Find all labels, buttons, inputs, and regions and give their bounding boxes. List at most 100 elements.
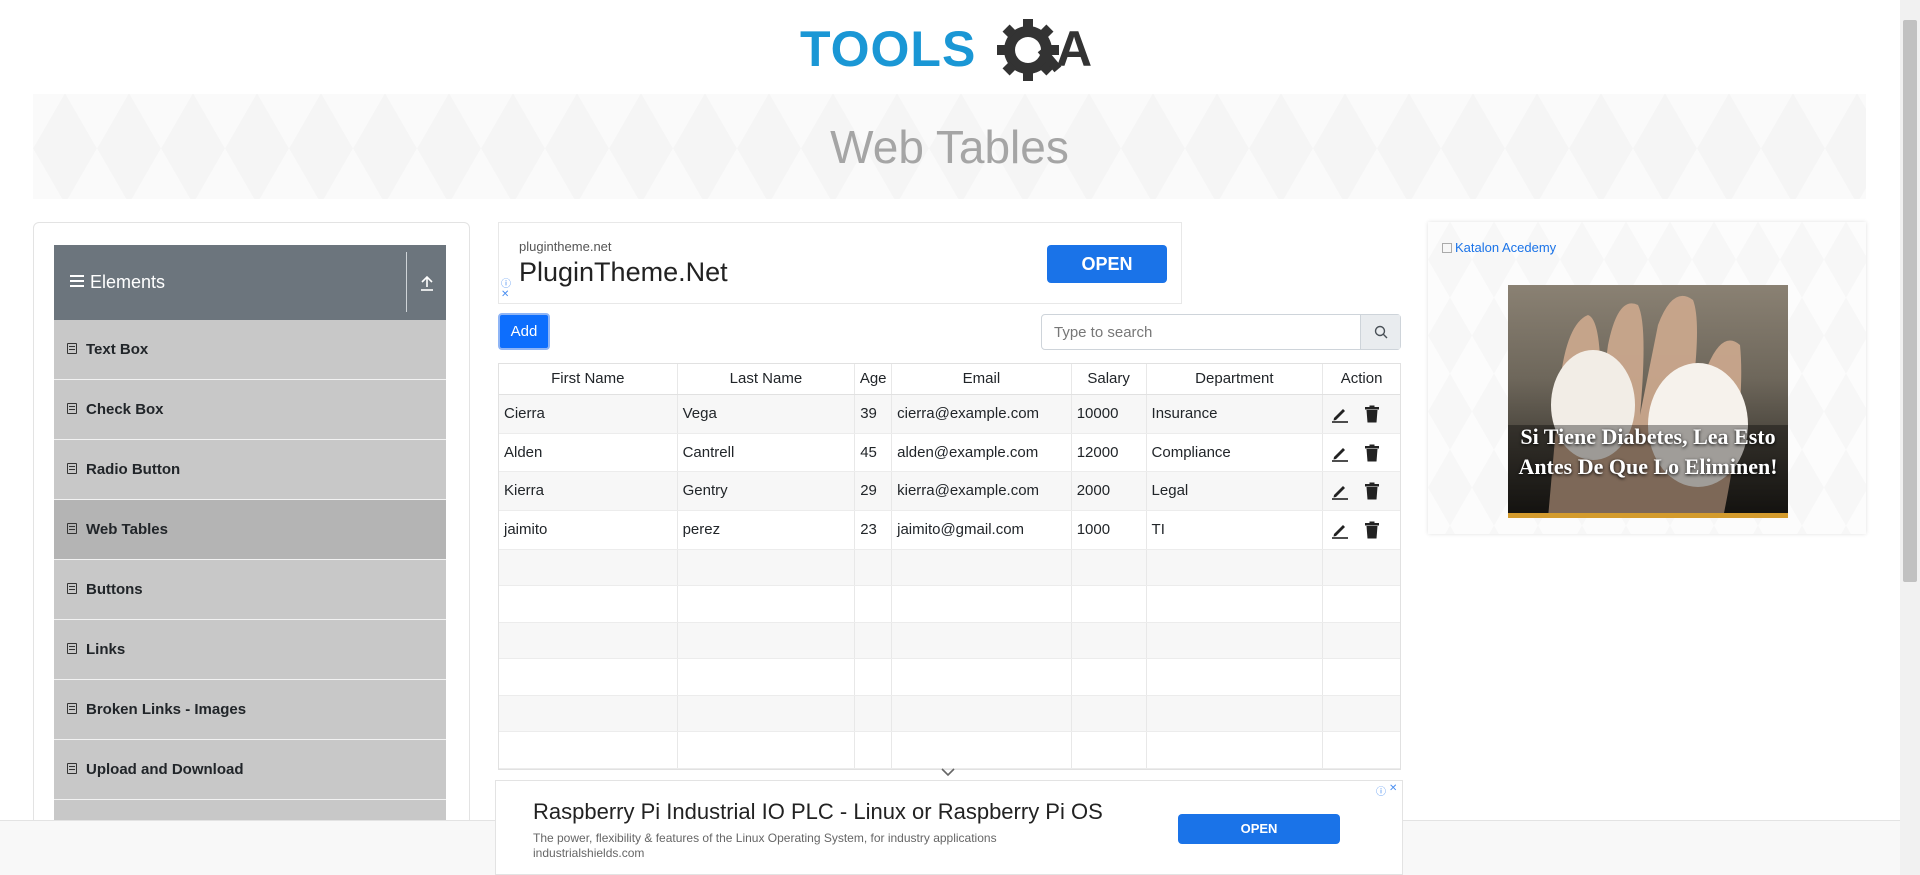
cell-salary: 12000 — [1072, 433, 1147, 472]
search-input[interactable] — [1042, 315, 1362, 349]
hamburger-icon — [70, 275, 84, 287]
empty-row — [499, 695, 1400, 733]
page-scrollbar[interactable] — [1900, 0, 1920, 875]
cell-email: kierra@example.com — [892, 472, 1072, 511]
cell-email: jaimito@gmail.com — [892, 511, 1072, 549]
column-header-age[interactable]: Age — [855, 364, 893, 394]
cell-last-name: perez — [678, 511, 856, 549]
delete-trash-icon[interactable] — [1364, 405, 1380, 423]
cell-email: cierra@example.com — [892, 395, 1072, 433]
ad-info-icon[interactable]: ⓘ — [501, 275, 511, 290]
cell-salary: 10000 — [1072, 395, 1147, 433]
empty-rows — [499, 549, 1400, 769]
cell-actions — [1323, 511, 1400, 549]
cell-first-name: Alden — [499, 433, 678, 472]
sidebar-item-upload-download[interactable]: Upload and Download — [54, 740, 446, 800]
search-box — [1041, 314, 1401, 350]
hand-eggs-image — [1508, 295, 1788, 518]
empty-row — [499, 549, 1400, 587]
ad-info-icon[interactable]: ⓘ — [1376, 783, 1386, 798]
cell-actions — [1323, 472, 1400, 510]
sidebar-item-buttons[interactable]: Buttons — [54, 560, 446, 620]
divider — [406, 252, 407, 312]
sidebar-item-text-box[interactable]: Text Box — [54, 320, 446, 380]
sidebar-item-label: Links — [86, 641, 126, 658]
column-header-email[interactable]: Email — [892, 364, 1072, 394]
ad-banner-top[interactable]: plugintheme.net PluginTheme.Net OPEN ⓘ ✕ — [498, 222, 1182, 304]
ad-open-button[interactable]: OPEN — [1047, 245, 1167, 283]
page: TOOLS A Web Tables Elements Text Box Che… — [0, 0, 1920, 875]
sidebar-item-web-tables[interactable]: Web Tables — [54, 500, 446, 560]
sidebar-group-title: Elements — [90, 272, 166, 292]
ad-close-icon[interactable]: ✕ — [501, 289, 509, 300]
ad-banner-bottom[interactable]: Raspberry Pi Industrial IO PLC - Linux o… — [495, 780, 1403, 875]
edit-pencil-icon[interactable] — [1331, 405, 1349, 423]
sidebar-item-label: Web Tables — [86, 521, 168, 538]
cell-email: alden@example.com — [892, 433, 1072, 472]
list-icon — [67, 763, 77, 774]
cell-department: Compliance — [1147, 433, 1324, 472]
chevron-down-icon[interactable] — [940, 767, 956, 777]
empty-row — [499, 622, 1400, 660]
sidebar-item-label: Upload and Download — [86, 761, 244, 778]
cell-salary: 2000 — [1072, 472, 1147, 511]
sidebar-item-check-box[interactable]: Check Box — [54, 380, 446, 440]
sidebar-group-elements[interactable]: Elements — [54, 245, 446, 320]
ad-headline: Raspberry Pi Industrial IO PLC - Linux o… — [533, 799, 1103, 824]
page-title: Web Tables — [830, 121, 1069, 173]
sidebar-item-label: Radio Button — [86, 461, 181, 478]
page-banner: Web Tables — [33, 94, 1866, 199]
delete-trash-icon[interactable] — [1364, 444, 1380, 462]
collapse-arrow-icon[interactable] — [420, 275, 434, 291]
column-header-department[interactable]: Department — [1147, 364, 1324, 394]
table-row: Alden Cantrell 45 alden@example.com 1200… — [499, 433, 1400, 473]
list-icon — [67, 643, 77, 654]
toolsqa-logo[interactable]: TOOLS A — [800, 16, 1105, 86]
ad-open-button[interactable]: OPEN — [1178, 814, 1340, 844]
search-button[interactable] — [1360, 315, 1400, 349]
broken-image-link[interactable]: Katalon Acedemy — [1442, 240, 1556, 255]
empty-row — [499, 732, 1400, 769]
cell-actions — [1323, 434, 1400, 472]
table-row: jaimito perez 23 jaimito@gmail.com 1000 … — [499, 511, 1400, 550]
sidebar-menu: Text Box Check Box Radio Button Web Tabl… — [54, 320, 446, 860]
table-header: First Name Last Name Age Email Salary De… — [499, 364, 1400, 395]
list-icon — [67, 463, 77, 474]
list-icon — [67, 583, 77, 594]
cell-age: 23 — [855, 511, 893, 549]
broken-image-icon — [1442, 243, 1452, 253]
edit-pencil-icon[interactable] — [1331, 482, 1349, 501]
column-header-salary[interactable]: Salary — [1072, 364, 1147, 394]
sidebar-item-radio-button[interactable]: Radio Button — [54, 440, 446, 500]
broken-image-alt: Katalon Acedemy — [1455, 240, 1557, 255]
cell-department: Insurance — [1147, 395, 1324, 433]
cell-last-name: Vega — [678, 395, 856, 433]
ad-underline — [1508, 513, 1788, 518]
search-icon — [1374, 325, 1388, 339]
edit-pencil-icon[interactable] — [1331, 521, 1349, 539]
sidebar-item-links[interactable]: Links — [54, 620, 446, 680]
delete-trash-icon[interactable] — [1364, 521, 1380, 539]
ad-name: PluginTheme.Net — [519, 257, 728, 287]
scrollbar-thumb[interactable] — [1903, 20, 1917, 582]
column-header-last-name[interactable]: Last Name — [678, 364, 856, 394]
list-icon — [67, 523, 77, 534]
column-header-first-name[interactable]: First Name — [499, 364, 678, 394]
cell-actions — [1323, 395, 1400, 433]
list-icon — [67, 343, 77, 354]
cell-age: 45 — [855, 433, 893, 472]
ad-sidebar-right[interactable]: Katalon Acedemy Si Tiene Diabetes, Lea E… — [1428, 222, 1866, 534]
delete-trash-icon[interactable] — [1364, 482, 1380, 500]
ad-site: industrialshields.com — [533, 846, 645, 860]
list-icon — [67, 403, 77, 414]
ad-image[interactable]: Si Tiene Diabetes, Lea Esto Antes De Que… — [1508, 285, 1788, 518]
cell-last-name: Cantrell — [678, 433, 856, 472]
web-table: First Name Last Name Age Email Salary De… — [498, 363, 1401, 770]
ad-close-icon[interactable]: ✕ — [1389, 783, 1397, 794]
logo-text-qa: A — [1056, 21, 1092, 77]
table-body: Cierra Vega 39 cierra@example.com 10000 … — [499, 395, 1400, 550]
table-row: Kierra Gentry 29 kierra@example.com 2000… — [499, 472, 1400, 512]
add-button[interactable]: Add — [498, 313, 550, 350]
sidebar-item-broken-links[interactable]: Broken Links - Images — [54, 680, 446, 740]
edit-pencil-icon[interactable] — [1331, 444, 1349, 462]
